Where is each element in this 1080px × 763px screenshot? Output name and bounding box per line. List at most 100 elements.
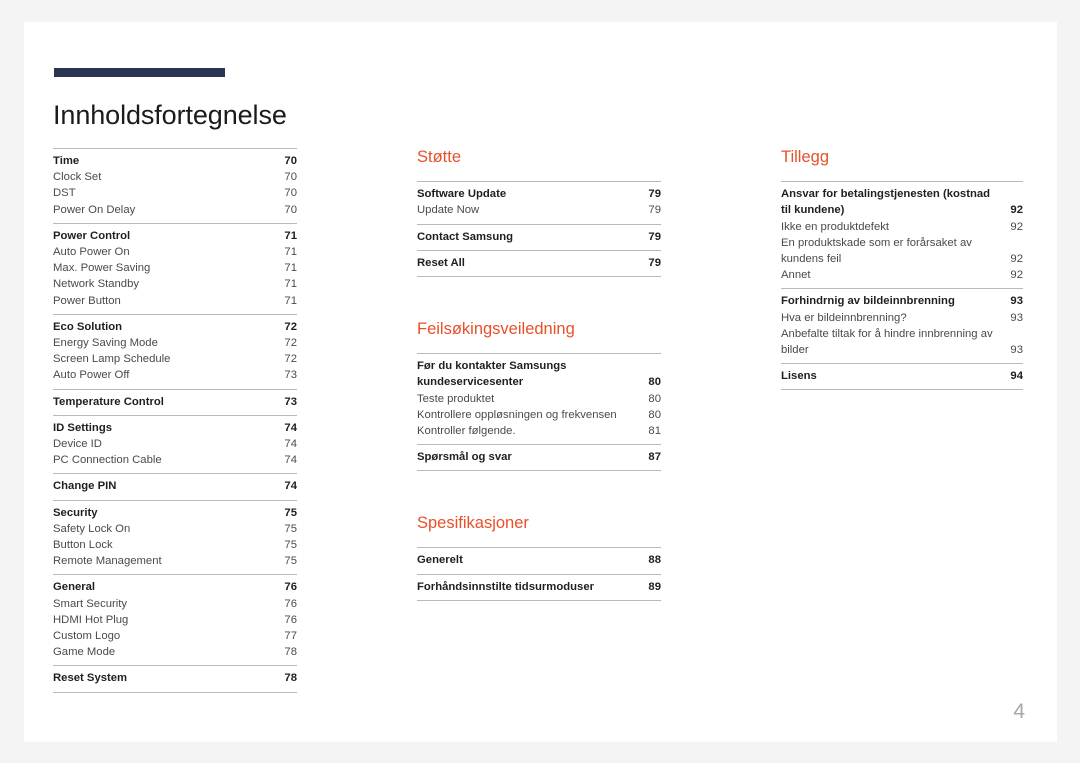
toc-entry-label: Temperature Control xyxy=(53,395,164,408)
toc-entry-label: Software Update xyxy=(417,188,507,201)
toc-group: Contact Samsung 79 xyxy=(417,223,661,250)
title-accent-rule xyxy=(54,68,225,77)
toc-entry-sub[interactable]: Kontroller følgende. 81 xyxy=(417,423,661,439)
page-title: Innholdsfortegnelse xyxy=(53,100,287,131)
toc-entry-label: En produktskade som er forårsaket av kun… xyxy=(781,236,972,265)
toc-entry-sub[interactable]: Custom Logo 77 xyxy=(53,628,297,644)
toc-entry-sub[interactable]: Network Standby 71 xyxy=(53,276,297,292)
toc-entry-heading[interactable]: General 76 xyxy=(53,579,297,595)
toc-entry-heading[interactable]: Temperature Control 73 xyxy=(53,394,297,410)
toc-entry-sub[interactable]: En produktskade som er forårsaket av kun… xyxy=(781,235,1023,267)
toc-entry-heading[interactable]: ID Settings 74 xyxy=(53,420,297,436)
toc-entry-sub[interactable]: Hva er bildeinnbrenning? 93 xyxy=(781,310,1023,326)
toc-entry-heading[interactable]: Forhåndsinnstilte tidsurmoduser 89 xyxy=(417,579,661,595)
toc-entry-page-number: 74 xyxy=(284,480,297,493)
toc-entry-sub[interactable]: Smart Security 76 xyxy=(53,596,297,612)
toc-entry-sub[interactable]: Power Button 71 xyxy=(53,293,297,309)
toc-entry-page-number: 71 xyxy=(284,294,297,307)
toc-entry-page-number: 93 xyxy=(1010,343,1023,356)
toc-entry-label: Kontrollere oppløsningen og frekvensen xyxy=(417,408,617,421)
toc-entry-heading[interactable]: Reset System 78 xyxy=(53,670,297,686)
toc-entry-sub[interactable]: Energy Saving Mode 72 xyxy=(53,335,297,351)
toc-entry-page-number: 78 xyxy=(284,646,297,659)
toc-group: Forhindrnig av bildeinnbrenning 93 Hva er … xyxy=(781,288,1023,363)
toc-entry-sub[interactable]: Update Now 79 xyxy=(417,202,661,218)
toc-entry-sub[interactable]: DST 70 xyxy=(53,185,297,201)
toc-entry-heading[interactable]: Ansvar for betalingstjenesten (kostnad t… xyxy=(781,186,1023,218)
toc-entry-sub[interactable]: Teste produktet 80 xyxy=(417,391,661,407)
toc-entry-sub[interactable]: Clock Set 70 xyxy=(53,169,297,185)
toc-entry-label: Hva er bildeinnbrenning? xyxy=(781,311,907,324)
toc-entry-sub[interactable]: Ikke en produktdefekt 92 xyxy=(781,219,1023,235)
toc-entry-heading[interactable]: Time 70 xyxy=(53,153,297,169)
toc-entry-label: Generelt xyxy=(417,554,463,567)
toc-entry-sub[interactable]: Device ID 74 xyxy=(53,436,297,452)
toc-entry-heading[interactable]: Eco Solution 72 xyxy=(53,319,297,335)
toc-entry-sub[interactable]: Safety Lock On 75 xyxy=(53,521,297,537)
toc-entry-page-number: 74 xyxy=(284,438,297,451)
toc-entry-label: Custom Logo xyxy=(53,630,121,643)
toc-entry-page-number: 77 xyxy=(284,630,297,643)
toc-entry-sub[interactable]: HDMI Hot Plug 76 xyxy=(53,612,297,628)
toc-entry-page-number: 79 xyxy=(648,188,661,201)
toc-entry-page-number: 88 xyxy=(648,554,661,567)
toc-entry-page-number: 87 xyxy=(648,451,661,464)
toc-entry-heading[interactable]: Lisens 94 xyxy=(781,368,1023,384)
toc-entry-label: Lisens xyxy=(781,370,817,383)
toc-entry-label: Før du kontakter Samsungs kundeservicese… xyxy=(417,360,567,389)
toc-entry-page-number: 74 xyxy=(284,421,297,434)
toc-entry-heading[interactable]: Før du kontakter Samsungs kundeservicese… xyxy=(417,358,661,390)
toc-entry-page-number: 79 xyxy=(648,204,661,217)
toc-entry-sub[interactable]: Max. Power Saving 71 xyxy=(53,260,297,276)
toc-group: Spørsmål og svar 87 xyxy=(417,444,661,472)
toc-entry-sub[interactable]: Screen Lamp Schedule 72 xyxy=(53,351,297,367)
toc-entry-page-number: 73 xyxy=(284,369,297,382)
section-heading: Feilsøkingsveiledning xyxy=(417,319,575,338)
toc-entry-label: Power Control xyxy=(53,229,131,242)
toc-group: Eco Solution 72 Energy Saving Mode 72 Screen… xyxy=(53,313,297,389)
toc-entry-sub[interactable]: Auto Power Off 73 xyxy=(53,367,297,383)
toc-entry-sub[interactable]: Anbefalte tiltak for å hindre innbrennin… xyxy=(781,326,1023,358)
toc-entry-heading[interactable]: Software Update 79 xyxy=(417,186,661,202)
toc-entry-label: Spørsmål og svar xyxy=(417,451,512,464)
toc-entry-page-number: 76 xyxy=(284,613,297,626)
toc-entry-page-number: 81 xyxy=(648,424,661,437)
toc-entry-label: Change PIN xyxy=(53,480,117,493)
toc-group: Generelt 88 xyxy=(417,547,661,573)
toc-entry-label: PC Connection Cable xyxy=(53,454,162,467)
toc-group: Før du kontakter Samsungs kundeservicese… xyxy=(417,353,661,444)
toc-column-3: Tillegg Ansvar for betalingstjenesten (ko… xyxy=(781,148,1023,391)
toc-column-1: Time 70 Clock Set 70 DST 70 Power On Delay 70 Po… xyxy=(53,148,297,693)
toc-entry-heading[interactable]: Security 75 xyxy=(53,505,297,521)
toc-entry-heading[interactable]: Forhindrnig av bildeinnbrenning 93 xyxy=(781,293,1023,309)
toc-entry-label: DST xyxy=(53,187,76,200)
toc-entry-sub[interactable]: Game Mode 78 xyxy=(53,644,297,660)
document-page: Innholdsfortegnelse Time 70 Clock Set 70 DST… xyxy=(24,22,1057,742)
toc-entry-heading[interactable]: Change PIN 74 xyxy=(53,478,297,494)
toc-entry-label: Annet xyxy=(781,269,811,282)
toc-entry-heading[interactable]: Power Control 71 xyxy=(53,228,297,244)
toc-entry-sub[interactable]: Button Lock 75 xyxy=(53,537,297,553)
toc-entry-sub[interactable]: PC Connection Cable 74 xyxy=(53,452,297,468)
toc-entry-sub[interactable]: Kontrollere oppløsningen og frekvensen 80 xyxy=(417,407,661,423)
toc-entry-label: Clock Set xyxy=(53,171,102,184)
folio-page-number: 4 xyxy=(1013,700,1025,723)
toc-entry-label: HDMI Hot Plug xyxy=(53,613,129,626)
toc-entry-sub[interactable]: Annet 92 xyxy=(781,267,1023,283)
toc-entry-label: Power Button xyxy=(53,294,121,307)
toc-entry-sub[interactable]: Auto Power On 71 xyxy=(53,244,297,260)
toc-entry-page-number: 76 xyxy=(284,597,297,610)
toc-entry-heading[interactable]: Spørsmål og svar 87 xyxy=(417,449,661,465)
toc-entry-heading[interactable]: Reset All 79 xyxy=(417,255,661,271)
toc-entry-label: Max. Power Saving xyxy=(53,262,151,275)
toc-entry-sub[interactable]: Remote Management 75 xyxy=(53,553,297,569)
toc-entry-page-number: 79 xyxy=(648,230,661,243)
toc-entry-label: Auto Power Off xyxy=(53,369,130,382)
toc-entry-sub[interactable]: Power On Delay 70 xyxy=(53,202,297,218)
toc-entry-label: ID Settings xyxy=(53,421,112,434)
toc-entry-heading[interactable]: Contact Samsung 79 xyxy=(417,229,661,245)
toc-entry-heading[interactable]: Generelt 88 xyxy=(417,552,661,568)
toc-entry-page-number: 70 xyxy=(284,155,297,167)
toc-entry-page-number: 80 xyxy=(648,408,661,421)
